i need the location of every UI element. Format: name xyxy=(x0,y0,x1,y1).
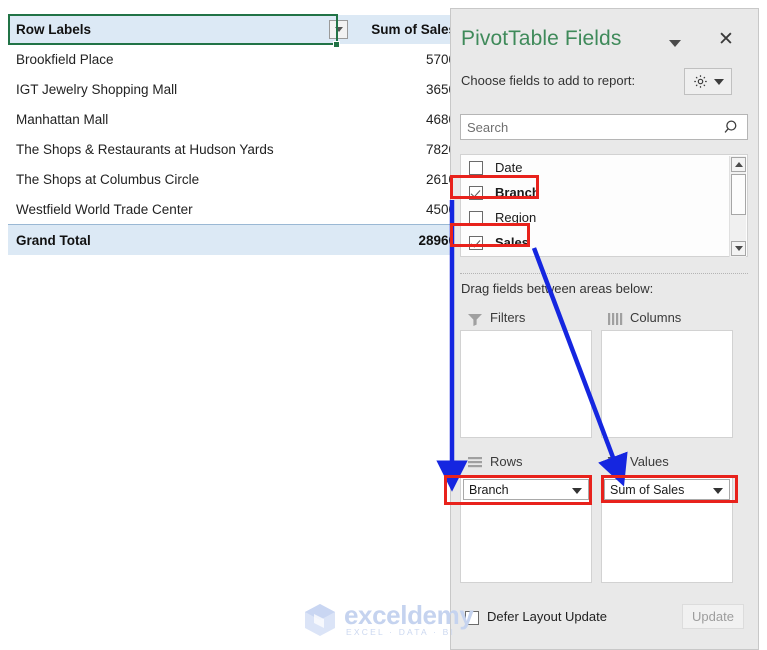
table-row[interactable]: IGT Jewelry Shopping Mall 3650 xyxy=(8,74,462,104)
checkbox-date[interactable] xyxy=(469,160,483,175)
grand-total-row[interactable]: Grand Total 28960 xyxy=(8,224,462,255)
field-list-item-region[interactable]: Region xyxy=(461,205,747,230)
scroll-up-button[interactable] xyxy=(731,157,746,172)
field-list-item-sales[interactable]: Sales xyxy=(461,230,747,255)
table-row[interactable]: Brookfield Place 5700 xyxy=(8,44,462,74)
row-label: Westfield World Trade Center xyxy=(8,194,352,225)
chevron-down-icon[interactable] xyxy=(572,488,582,494)
row-value: 5700 xyxy=(352,44,462,74)
row-value: 4500 xyxy=(352,194,462,225)
table-row[interactable]: The Shops at Columbus Circle 2610 xyxy=(8,164,462,194)
update-button[interactable]: Update xyxy=(682,604,744,629)
chevron-down-icon xyxy=(334,27,343,32)
choose-fields-label: Choose fields to add to report: xyxy=(461,73,636,88)
rows-pill-label: Branch xyxy=(469,482,509,497)
rows-icon xyxy=(468,457,482,468)
fill-handle[interactable] xyxy=(333,41,340,48)
grand-total-label: Grand Total xyxy=(8,224,352,255)
values-area-label: Values xyxy=(630,454,669,469)
columns-drop-zone[interactable] xyxy=(601,330,733,438)
spreadsheet-area: Row Labels Sum of Sales Brookfield Place… xyxy=(0,0,462,650)
row-value: 4680 xyxy=(352,104,462,134)
close-icon[interactable]: ✕ xyxy=(715,29,737,51)
header-cell-row-labels[interactable]: Row Labels xyxy=(8,15,352,44)
columns-area-label: Columns xyxy=(630,310,682,325)
triangle-down-icon xyxy=(734,246,743,251)
page-title: PivotTable Fields xyxy=(461,27,622,50)
rows-field-pill[interactable]: Branch xyxy=(463,479,589,500)
checkbox-branch[interactable] xyxy=(469,185,483,200)
triangle-up-icon xyxy=(734,162,743,167)
table-row[interactable]: The Shops & Restaurants at Hudson Yards … xyxy=(8,134,462,164)
row-label: The Shops at Columbus Circle xyxy=(8,164,352,194)
row-value: 7820 xyxy=(352,134,462,164)
table-header-row: Row Labels Sum of Sales xyxy=(8,15,462,44)
scrollbar-thumb[interactable] xyxy=(731,174,746,215)
field-label: Date xyxy=(495,160,523,175)
rows-area-label: Rows xyxy=(490,454,523,469)
pivot-table: Row Labels Sum of Sales Brookfield Place… xyxy=(8,15,462,255)
checkbox-sales[interactable] xyxy=(469,235,483,250)
search-input[interactable]: Search xyxy=(460,114,748,140)
field-list[interactable]: Date Branch Region Sales xyxy=(460,154,748,257)
defer-layout-update-label: Defer Layout Update xyxy=(487,609,607,624)
row-value: 3650 xyxy=(352,74,462,104)
row-label: Manhattan Mall xyxy=(8,104,352,134)
gear-icon xyxy=(694,75,707,88)
table-row[interactable]: Manhattan Mall 4680 xyxy=(8,104,462,134)
row-label: The Shops & Restaurants at Hudson Yards xyxy=(8,134,352,164)
filters-drop-zone[interactable] xyxy=(460,330,592,438)
field-label: Branch xyxy=(495,185,540,200)
filter-funnel-icon xyxy=(468,314,482,326)
field-list-item-date[interactable]: Date xyxy=(461,155,747,180)
row-label: IGT Jewelry Shopping Mall xyxy=(8,74,352,104)
chevron-down-icon[interactable] xyxy=(669,40,681,47)
grand-total-value: 28960 xyxy=(352,224,462,255)
filter-dropdown-icon[interactable] xyxy=(329,20,348,39)
columns-icon xyxy=(608,313,623,325)
filters-area-label: Filters xyxy=(490,310,526,325)
checkbox-defer-layout-update[interactable] xyxy=(465,611,479,625)
row-label: Brookfield Place xyxy=(8,44,352,74)
sigma-icon: Σ xyxy=(607,454,617,471)
values-pill-label: Sum of Sales xyxy=(610,482,685,497)
drag-fields-label: Drag fields between areas below: xyxy=(461,281,654,296)
field-list-item-branch[interactable]: Branch xyxy=(461,180,747,205)
header-row-labels-text: Row Labels xyxy=(16,22,92,37)
divider xyxy=(460,273,748,274)
table-row[interactable]: Westfield World Trade Center 4500 xyxy=(8,194,462,225)
tools-button[interactable] xyxy=(684,68,732,95)
search-icon[interactable] xyxy=(723,118,742,137)
search-placeholder-text: Search xyxy=(467,120,509,135)
scroll-down-button[interactable] xyxy=(731,241,746,256)
values-field-pill[interactable]: Sum of Sales xyxy=(604,479,730,500)
chevron-down-icon[interactable] xyxy=(713,488,723,494)
row-value: 2610 xyxy=(352,164,462,194)
chevron-down-icon xyxy=(714,78,724,85)
field-list-scrollbar[interactable] xyxy=(729,156,746,257)
field-label: Sales xyxy=(495,235,529,250)
checkbox-region[interactable] xyxy=(469,210,483,225)
field-label: Region xyxy=(495,210,537,225)
header-cell-sum-of-sales[interactable]: Sum of Sales xyxy=(352,15,462,44)
